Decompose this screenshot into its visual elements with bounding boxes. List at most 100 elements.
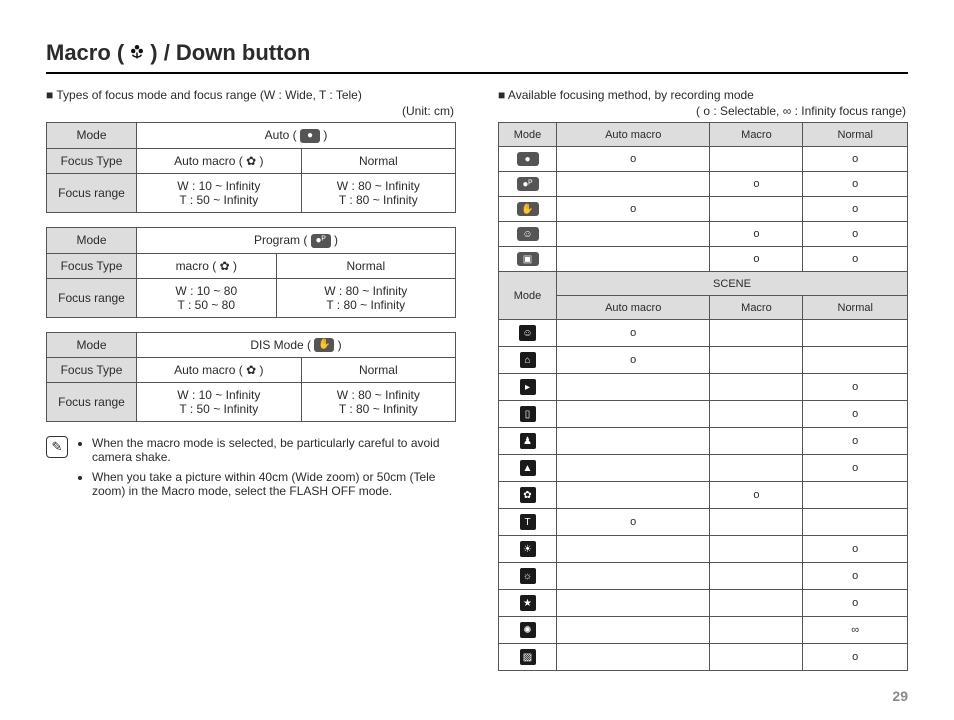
compat-cell: o [803, 147, 908, 172]
scene-icon: ☼ [520, 568, 536, 584]
compat-cell [557, 172, 710, 197]
compat-cell [557, 455, 710, 482]
focus-range-table: ModeProgram ( ●ᴾ )Focus Typemacro ( ✿ )N… [46, 227, 456, 318]
scene-icon: ☀ [520, 541, 536, 557]
scene-icon: ▲ [520, 460, 536, 476]
compat-cell: o [803, 563, 908, 590]
col-header: Macro [710, 123, 803, 147]
mode-cell: ☀ [499, 536, 557, 563]
compat-cell [557, 482, 710, 509]
title-text-b: ) / Down button [150, 40, 310, 66]
compat-cell [710, 563, 803, 590]
page-title: Macro ( ) / Down button [46, 40, 908, 74]
note-item: When the macro mode is selected, be part… [92, 436, 456, 464]
unit-label: (Unit: cm) [46, 104, 454, 118]
label-focus-range: Focus range [47, 278, 137, 317]
compat-cell: o [557, 147, 710, 172]
compat-cell: o [557, 197, 710, 222]
flower-icon: ✿ [246, 363, 256, 377]
mode-icon: ✋ [314, 338, 334, 352]
focus-range-2: W : 80 ~ Infinity T : 80 ~ Infinity [301, 383, 455, 422]
focus-type-2: Normal [301, 148, 455, 173]
mode-cell: ☺ [499, 222, 557, 247]
label-mode: Mode [47, 332, 137, 358]
compat-cell: o [803, 401, 908, 428]
compat-cell: o [803, 455, 908, 482]
mode-icon: ●ᴾ [517, 177, 539, 191]
compat-cell [710, 374, 803, 401]
compat-cell: o [710, 222, 803, 247]
compat-cell [803, 347, 908, 374]
compat-cell: o [710, 482, 803, 509]
focus-type-2: Normal [301, 358, 455, 383]
compat-cell [803, 509, 908, 536]
compat-cell [710, 617, 803, 644]
col-header: Normal [803, 296, 908, 320]
compat-cell [710, 320, 803, 347]
scene-icon: ▨ [520, 649, 536, 665]
note-icon: ✎ [46, 436, 68, 458]
right-intro: ■ Available focusing method, by recordin… [498, 88, 908, 102]
scene-icon: ☺ [519, 325, 535, 341]
scene-icon: ▯ [520, 406, 536, 422]
col-header: Auto macro [557, 123, 710, 147]
label-focus-type: Focus Type [47, 148, 137, 173]
compat-cell: o [557, 320, 710, 347]
mode-cell: ☼ [499, 563, 557, 590]
right-column: ■ Available focusing method, by recordin… [498, 88, 908, 671]
col-header: Macro [710, 296, 803, 320]
compat-cell [710, 347, 803, 374]
scene-icon: ▸ [520, 379, 536, 395]
compat-cell: o [710, 247, 803, 272]
mode-icon: ☺ [517, 227, 539, 241]
col-header: Normal [803, 123, 908, 147]
compat-cell: o [803, 644, 908, 671]
compat-cell: o [803, 374, 908, 401]
label-focus-range: Focus range [47, 383, 137, 422]
mode-value: Program ( ●ᴾ ) [137, 227, 456, 253]
compat-cell [557, 644, 710, 671]
scene-icon: ✺ [520, 622, 536, 638]
scene-icon: ✿ [520, 487, 536, 503]
title-text-a: Macro ( [46, 40, 124, 66]
mode-icon: ✋ [517, 202, 539, 216]
compat-cell [557, 401, 710, 428]
compat-cell [710, 590, 803, 617]
mode-icon: ● [300, 129, 320, 143]
compat-cell [557, 374, 710, 401]
left-column: ■ Types of focus mode and focus range (W… [46, 88, 456, 671]
compat-cell: o [557, 347, 710, 374]
focus-type-1: Auto macro ( ✿ ) [137, 148, 302, 173]
page-number: 29 [892, 688, 908, 704]
focus-range-table: ModeDIS Mode ( ✋ )Focus TypeAuto macro (… [46, 332, 456, 423]
compat-cell [710, 401, 803, 428]
focus-range-1: W : 10 ~ Infinity T : 50 ~ Infinity [137, 383, 302, 422]
compat-cell [710, 536, 803, 563]
label-focus-type: Focus Type [47, 358, 137, 383]
focus-range-1: W : 10 ~ 80 T : 50 ~ 80 [137, 278, 277, 317]
macro-flower-icon [128, 40, 146, 66]
mode-cell: ●ᴾ [499, 172, 557, 197]
left-intro: ■ Types of focus mode and focus range (W… [46, 88, 456, 102]
compat-cell [710, 428, 803, 455]
compat-cell: o [803, 222, 908, 247]
compat-cell [557, 428, 710, 455]
compat-cell [557, 617, 710, 644]
mode-cell: ✿ [499, 482, 557, 509]
compat-cell [557, 247, 710, 272]
scene-icon: T [520, 514, 536, 530]
mode-cell: ▲ [499, 455, 557, 482]
flower-icon: ✿ [220, 259, 230, 273]
focus-range-2: W : 80 ~ Infinity T : 80 ~ Infinity [301, 173, 455, 212]
focus-range-table: ModeAuto ( ● )Focus TypeAuto macro ( ✿ )… [46, 122, 456, 213]
note-item: When you take a picture within 40cm (Wid… [92, 470, 456, 498]
label-mode: Mode [499, 272, 557, 320]
scene-icon: ♟ [520, 433, 536, 449]
mode-cell: ✺ [499, 617, 557, 644]
focus-type-2: Normal [276, 253, 455, 278]
compat-cell [710, 455, 803, 482]
focus-range-2: W : 80 ~ Infinity T : 80 ~ Infinity [276, 278, 455, 317]
compat-cell [557, 590, 710, 617]
mode-cell: ⌂ [499, 347, 557, 374]
label-focus-type: Focus Type [47, 253, 137, 278]
